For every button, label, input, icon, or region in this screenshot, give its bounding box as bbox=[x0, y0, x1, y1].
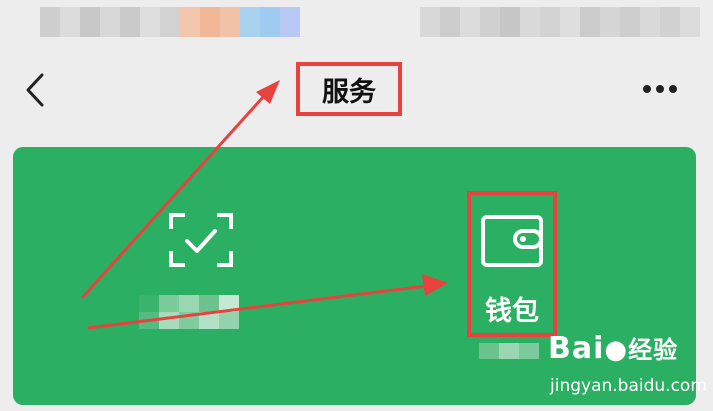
scan-label-blurred bbox=[139, 295, 239, 329]
wallet-label: 钱包 bbox=[485, 296, 539, 327]
page-title-highlight: 服务 bbox=[296, 62, 402, 116]
more-button[interactable] bbox=[636, 74, 686, 104]
watermark-url: jingyan.baidu.com bbox=[550, 376, 707, 396]
status-bar bbox=[0, 0, 713, 44]
back-button[interactable] bbox=[18, 72, 54, 108]
nav-bar: 服务 bbox=[0, 52, 713, 132]
wallet-sub-blurred bbox=[479, 343, 539, 359]
chevron-left-icon bbox=[26, 73, 44, 107]
page-title: 服务 bbox=[322, 76, 376, 108]
watermark: Bai●经验 jingyan.baidu.com bbox=[548, 330, 708, 406]
paw-icon: ● bbox=[604, 335, 629, 365]
wallet-entry[interactable]: 钱包 bbox=[463, 191, 573, 341]
ellipsis-icon bbox=[643, 85, 677, 93]
scan-entry[interactable] bbox=[133, 203, 313, 333]
wallet-icon bbox=[481, 215, 543, 267]
scan-check-icon bbox=[169, 213, 233, 267]
watermark-logo: Bai●经验 bbox=[548, 331, 679, 366]
